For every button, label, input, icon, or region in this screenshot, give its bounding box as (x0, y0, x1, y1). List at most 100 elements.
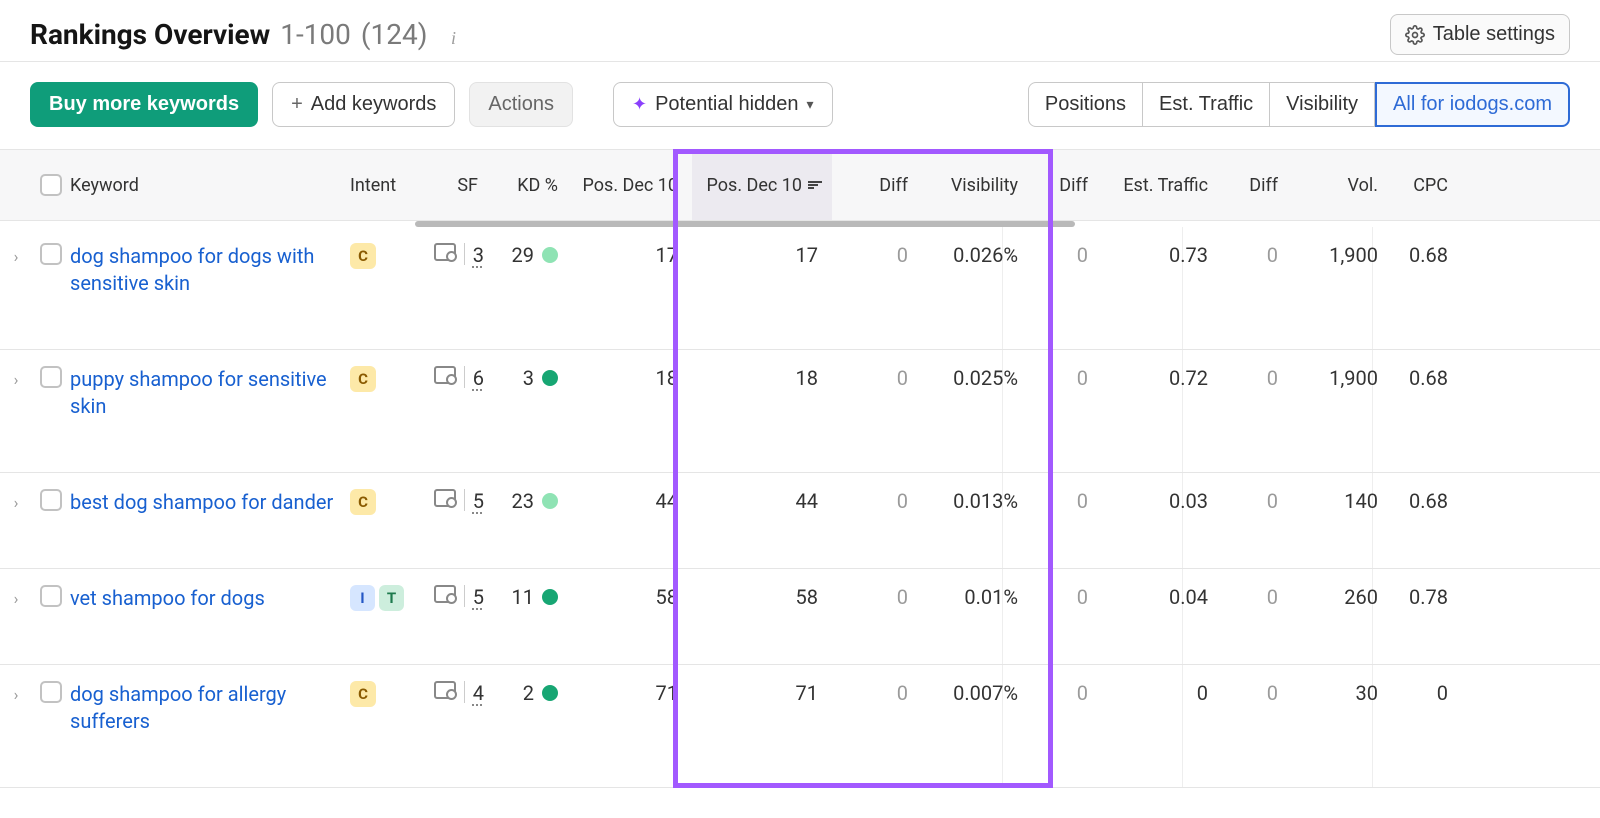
visibility-diff-cell: 0 (1032, 366, 1102, 420)
col-vis-diff[interactable]: Diff (1032, 175, 1102, 196)
keyword-link[interactable]: puppy shampoo for sensitive skin (70, 366, 334, 420)
kd-value: 29 (512, 243, 534, 267)
sf-count[interactable]: 6 (473, 366, 484, 390)
info-icon[interactable]: i (443, 29, 463, 49)
traffic-cell: 0.73 (1102, 243, 1222, 297)
traffic-diff-cell: 0 (1222, 243, 1292, 297)
table-settings-button[interactable]: Table settings (1390, 14, 1570, 55)
col-pos2[interactable]: Pos. Dec 10 (692, 150, 832, 220)
kd-value: 2 (523, 681, 534, 705)
intent-cell: C (342, 681, 412, 735)
intent-badge: C (350, 681, 376, 707)
pos2-cell: 44 (692, 489, 832, 516)
serp-features-icon[interactable] (434, 366, 456, 384)
kd-cell: 29 (500, 243, 558, 267)
seg-all-domain[interactable]: All for iodogs.com (1375, 82, 1570, 127)
row-checkbox[interactable] (40, 366, 62, 388)
col-traffic-diff[interactable]: Diff (1222, 175, 1292, 196)
cpc-cell: 0.78 (1392, 585, 1462, 612)
toolbar: Buy more keywords + Add keywords Actions… (0, 62, 1600, 149)
expand-row-icon[interactable]: › (0, 366, 32, 420)
col-est-traffic[interactable]: Est. Traffic (1102, 175, 1222, 196)
pos1-cell: 18 (572, 366, 692, 420)
intent-badge: C (350, 489, 376, 515)
serp-features-icon[interactable] (434, 681, 456, 699)
table-row: ›puppy shampoo for sensitive skinC631818… (0, 350, 1600, 473)
visibility-diff-cell: 0 (1032, 243, 1102, 297)
intent-cell: IT (342, 585, 412, 612)
kd-value: 23 (512, 489, 534, 513)
intent-badge: C (350, 366, 376, 392)
col-visibility[interactable]: Visibility (922, 175, 1032, 196)
kd-dot-icon (542, 370, 558, 386)
seg-positions[interactable]: Positions (1028, 82, 1143, 127)
serp-features-icon[interactable] (434, 243, 456, 261)
visibility-cell: 0.025% (922, 366, 1032, 420)
seg-est-traffic[interactable]: Est. Traffic (1143, 82, 1270, 127)
buy-more-keywords-button[interactable]: Buy more keywords (30, 82, 258, 127)
keyword-link[interactable]: best dog shampoo for dander (70, 489, 334, 516)
row-checkbox[interactable] (40, 489, 62, 511)
sf-count[interactable]: 3 (473, 243, 484, 267)
col-pos-diff[interactable]: Diff (832, 175, 922, 196)
col-intent[interactable]: Intent (342, 175, 412, 196)
kd-dot-icon (542, 589, 558, 605)
title-range: 1-100 (280, 18, 351, 51)
serp-features-icon[interactable] (434, 489, 456, 507)
intent-badge: C (350, 243, 376, 269)
traffic-cell: 0.04 (1102, 585, 1222, 612)
row-checkbox[interactable] (40, 243, 62, 265)
add-keywords-button[interactable]: + Add keywords (272, 82, 455, 127)
sf-count[interactable]: 4 (473, 681, 484, 705)
pos1-cell: 71 (572, 681, 692, 735)
sf-cell: 4 (412, 681, 492, 735)
col-cpc[interactable]: CPC (1392, 175, 1462, 196)
expand-row-icon[interactable]: › (0, 489, 32, 516)
traffic-cell: 0.72 (1102, 366, 1222, 420)
col-volume[interactable]: Vol. (1292, 175, 1392, 196)
cpc-cell: 0.68 (1392, 489, 1462, 516)
chevron-down-icon: ▾ (807, 96, 814, 113)
pos1-cell: 58 (572, 585, 692, 612)
col-kd[interactable]: KD % (492, 175, 572, 196)
select-all-checkbox[interactable] (40, 174, 62, 196)
col-pos1[interactable]: Pos. Dec 10 (572, 175, 692, 196)
expand-row-icon[interactable]: › (0, 243, 32, 297)
sort-icon (808, 181, 822, 189)
pos2-cell: 71 (692, 681, 832, 735)
traffic-cell: 0 (1102, 681, 1222, 735)
cpc-cell: 0.68 (1392, 243, 1462, 297)
volume-cell: 260 (1292, 585, 1392, 612)
traffic-diff-cell: 0 (1222, 489, 1292, 516)
keyword-link[interactable]: dog shampoo for dogs with sensitive skin (70, 243, 334, 297)
potential-dropdown[interactable]: ✦ Potential hidden ▾ (613, 82, 833, 127)
page-title: Rankings Overview 1-100 (124) i (30, 18, 463, 51)
intent-cell: C (342, 243, 412, 297)
sf-count[interactable]: 5 (473, 489, 484, 513)
actions-button[interactable]: Actions (469, 82, 573, 127)
col-sf[interactable]: SF (412, 175, 492, 196)
row-checkbox[interactable] (40, 585, 62, 607)
col-keyword[interactable]: Keyword (62, 175, 342, 196)
visibility-cell: 0.01% (922, 585, 1032, 612)
traffic-diff-cell: 0 (1222, 681, 1292, 735)
keyword-link[interactable]: vet shampoo for dogs (70, 585, 334, 612)
rankings-table: Keyword Intent SF KD % Pos. Dec 10 Pos. … (0, 149, 1600, 788)
serp-features-icon[interactable] (434, 585, 456, 603)
keyword-link[interactable]: dog shampoo for allergy sufferers (70, 681, 334, 735)
page-header: Rankings Overview 1-100 (124) i Table se… (0, 0, 1600, 62)
visibility-cell: 0.026% (922, 243, 1032, 297)
pos1-cell: 44 (572, 489, 692, 516)
kd-dot-icon (542, 247, 558, 263)
pos-diff-cell: 0 (832, 243, 922, 297)
sparkle-icon: ✦ (632, 94, 647, 115)
visibility-cell: 0.007% (922, 681, 1032, 735)
actions-label: Actions (488, 93, 554, 116)
sf-cell: 6 (412, 366, 492, 420)
kd-dot-icon (542, 493, 558, 509)
expand-row-icon[interactable]: › (0, 681, 32, 735)
seg-visibility[interactable]: Visibility (1270, 82, 1375, 127)
row-checkbox[interactable] (40, 681, 62, 703)
sf-count[interactable]: 5 (473, 585, 484, 609)
expand-row-icon[interactable]: › (0, 585, 32, 612)
